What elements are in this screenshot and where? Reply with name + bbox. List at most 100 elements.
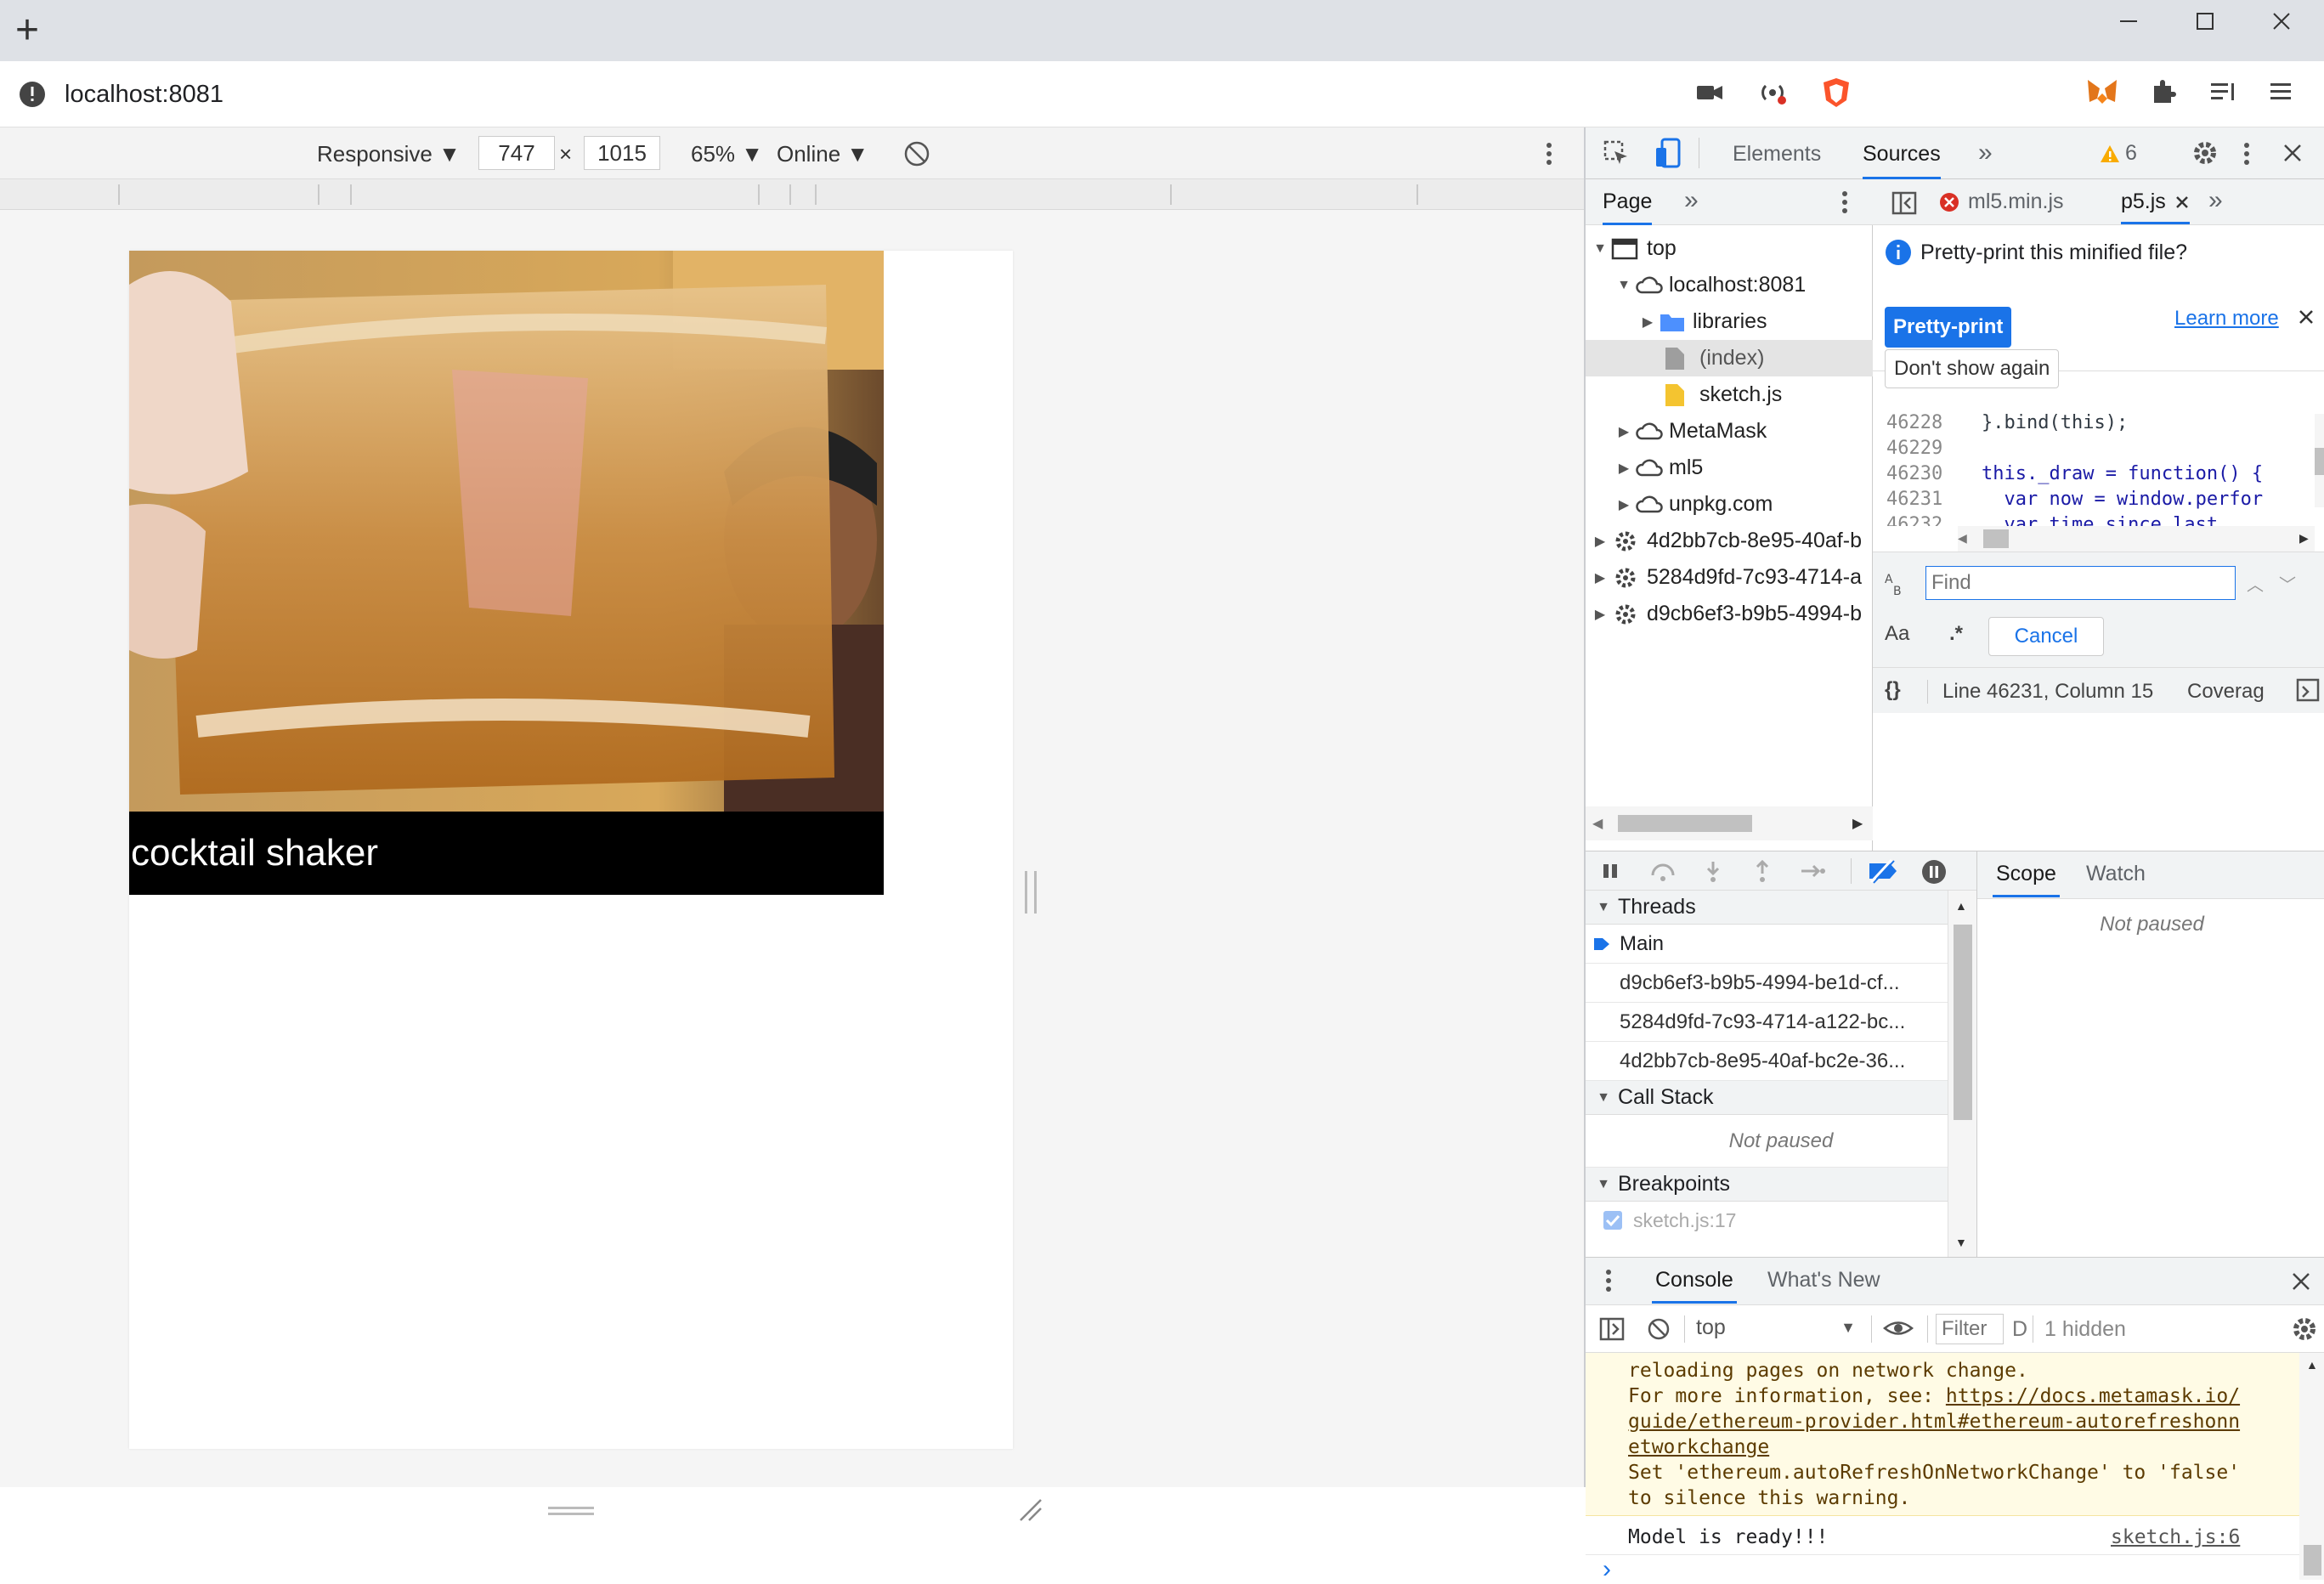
- console-prompt[interactable]: ›: [1603, 1555, 1611, 1584]
- thread-item[interactable]: 5284d9fd-7c93-4714-a122-bc...: [1586, 1003, 1976, 1042]
- log-source-link[interactable]: sketch.js:6: [2111, 1521, 2240, 1553]
- network-throttle-select[interactable]: Online ▼: [777, 141, 868, 167]
- tab-page[interactable]: Page: [1603, 190, 1653, 225]
- omnibox[interactable]: localhost:8081: [0, 61, 223, 127]
- metamask-docs-link[interactable]: guide/ethereum-provider.html#ethereum-au…: [1628, 1409, 2299, 1434]
- reading-list-icon[interactable]: [2208, 77, 2237, 106]
- step-into-icon[interactable]: [1703, 860, 1723, 884]
- tree-item-metamask[interactable]: ▶ MetaMask: [1586, 413, 1873, 450]
- site-info-icon[interactable]: [19, 81, 46, 108]
- scroll-left-icon[interactable]: ◀: [1592, 815, 1603, 832]
- tree-item-libraries[interactable]: ▶ libraries: [1586, 303, 1873, 340]
- tab-console[interactable]: Console: [1652, 1268, 1737, 1304]
- menu-icon[interactable]: [2268, 77, 2293, 106]
- inspect-element-icon[interactable]: [1603, 139, 1630, 167]
- device-toggle-icon[interactable]: [1654, 138, 1682, 168]
- breakpoint-item[interactable]: sketch.js:17: [1586, 1202, 1976, 1239]
- regex-toggle[interactable]: .*: [1949, 622, 1963, 646]
- metamask-docs-link[interactable]: https://docs.metamask.io/: [1946, 1385, 2240, 1407]
- tree-item-unpkg[interactable]: ▶ unpkg.com: [1586, 486, 1873, 523]
- tab-elements[interactable]: Elements: [1733, 142, 1821, 167]
- thread-item[interactable]: 4d2bb7cb-8e95-40af-bc2e-36...: [1586, 1042, 1976, 1081]
- scrollbar-thumb[interactable]: [1983, 529, 2009, 548]
- devtools-menu-icon[interactable]: [2242, 141, 2251, 167]
- tree-item-worker[interactable]: ▶ 4d2bb7cb-8e95-40af-b: [1586, 523, 1873, 559]
- close-devtools-icon[interactable]: [2282, 143, 2303, 163]
- live-expression-eye-icon[interactable]: [1883, 1317, 1914, 1339]
- rotate-icon[interactable]: [902, 139, 931, 168]
- console-settings-gear-icon[interactable]: [2291, 1315, 2318, 1343]
- close-drawer-icon[interactable]: [2291, 1271, 2311, 1292]
- maximize-icon[interactable]: [2167, 0, 2243, 42]
- tree-item-index[interactable]: (index): [1586, 340, 1873, 376]
- navigator-more-tabs[interactable]: »: [1684, 186, 1699, 215]
- scrollbar-thumb[interactable]: [1954, 925, 1972, 1120]
- scroll-down-icon[interactable]: ▼: [1955, 1236, 1967, 1249]
- cancel-find-button[interactable]: Cancel: [1988, 617, 2104, 656]
- scrollbar-thumb[interactable]: [1618, 815, 1752, 832]
- pretty-print-braces-button[interactable]: {}: [1885, 678, 1901, 702]
- replace-toggle-icon[interactable]: AB: [1885, 571, 1908, 597]
- tree-item-sketch-js[interactable]: sketch.js: [1586, 376, 1873, 413]
- extensions-puzzle-icon[interactable]: [2149, 77, 2178, 106]
- metamask-docs-link[interactable]: etworkchange: [1628, 1434, 2299, 1460]
- metamask-icon[interactable]: [2086, 76, 2118, 107]
- tree-item-top[interactable]: ▼ top: [1586, 230, 1873, 267]
- code-horizontal-scrollbar[interactable]: ◀ ▶: [1958, 526, 2315, 552]
- brave-shield-icon[interactable]: [1821, 76, 1852, 109]
- file-tab-p5[interactable]: p5.js: [2121, 190, 2190, 224]
- dont-show-again-button[interactable]: Don't show again: [1885, 349, 2060, 388]
- tree-item-localhost[interactable]: ▼ localhost:8081: [1586, 267, 1873, 303]
- scroll-right-icon[interactable]: ▶: [1852, 815, 1863, 832]
- scroll-up-icon[interactable]: ▲: [1955, 899, 1967, 913]
- scroll-left-icon[interactable]: ◀: [1958, 531, 1967, 546]
- deactivate-breakpoints-icon[interactable]: [1866, 858, 1900, 884]
- console-sidebar-icon[interactable]: [1599, 1317, 1625, 1341]
- code-vertical-scrollbar[interactable]: [2315, 414, 2324, 507]
- tab-watch[interactable]: Watch: [2086, 862, 2146, 886]
- step-icon[interactable]: [1800, 860, 1825, 882]
- clear-console-icon[interactable]: [1647, 1317, 1671, 1341]
- find-previous-icon[interactable]: ︿: [2247, 571, 2264, 596]
- minimize-icon[interactable]: [2090, 0, 2167, 42]
- device-mode-select[interactable]: Responsive ▼: [317, 141, 461, 167]
- toggle-navigator-icon[interactable]: [1891, 191, 1917, 215]
- step-out-icon[interactable]: [1752, 860, 1773, 884]
- log-levels-select[interactable]: D: [2012, 1317, 2027, 1342]
- scroll-up-icon[interactable]: ▲: [2306, 1358, 2318, 1372]
- find-input[interactable]: [1925, 566, 2236, 600]
- call-stack-section-header[interactable]: ▼ Call Stack: [1586, 1081, 1976, 1115]
- pretty-print-button[interactable]: Pretty-print: [1885, 307, 2012, 348]
- scrollbar-thumb[interactable]: [2304, 1545, 2321, 1576]
- thread-item[interactable]: d9cb6ef3-b9b5-4994-be1d-cf...: [1586, 964, 1976, 1003]
- breakpoints-section-header[interactable]: ▼ Breakpoints: [1586, 1168, 1976, 1202]
- navigator-horizontal-scrollbar[interactable]: ◀ ▶: [1586, 806, 1873, 840]
- close-infobar-icon[interactable]: [2298, 308, 2315, 325]
- tree-item-ml5[interactable]: ▶ ml5: [1586, 450, 1873, 486]
- toggle-debugger-sidebar-icon[interactable]: [2296, 678, 2320, 702]
- close-icon[interactable]: [2243, 0, 2320, 42]
- editor-more-tabs[interactable]: »: [2208, 186, 2223, 215]
- cast-icon[interactable]: [1758, 78, 1787, 107]
- camera-icon[interactable]: [1695, 78, 1724, 107]
- height-resize-handle[interactable]: [548, 1507, 594, 1515]
- pause-on-exceptions-icon[interactable]: [1920, 858, 1948, 885]
- learn-more-link[interactable]: Learn more: [2174, 307, 2279, 331]
- file-tab-ml5[interactable]: ml5.min.js: [1939, 190, 2064, 214]
- device-toolbar-more-icon[interactable]: [1545, 141, 1553, 167]
- tab-sources[interactable]: Sources: [1863, 142, 1941, 179]
- find-next-icon[interactable]: ﹀: [2279, 571, 2296, 596]
- debugger-vertical-scrollbar[interactable]: ▲ ▼: [1948, 891, 1976, 1258]
- width-resize-handle[interactable]: [1025, 871, 1037, 914]
- scrollbar-thumb[interactable]: [2315, 448, 2324, 475]
- step-over-icon[interactable]: [1650, 860, 1676, 882]
- code-area[interactable]: 46228}.bind(this); 46229 46230 this._draw…: [1873, 410, 2324, 526]
- console-filter-input[interactable]: [1936, 1314, 2004, 1344]
- new-tab-button[interactable]: +: [15, 7, 39, 54]
- pause-icon[interactable]: [1601, 862, 1620, 880]
- console-vertical-scrollbar[interactable]: ▲: [2299, 1353, 2324, 1580]
- drawer-menu-icon[interactable]: [1604, 1268, 1613, 1293]
- warnings-counter[interactable]: 6: [2100, 141, 2137, 166]
- thread-item-main[interactable]: Main: [1586, 925, 1976, 964]
- tree-item-worker[interactable]: ▶ 5284d9fd-7c93-4714-a: [1586, 559, 1873, 596]
